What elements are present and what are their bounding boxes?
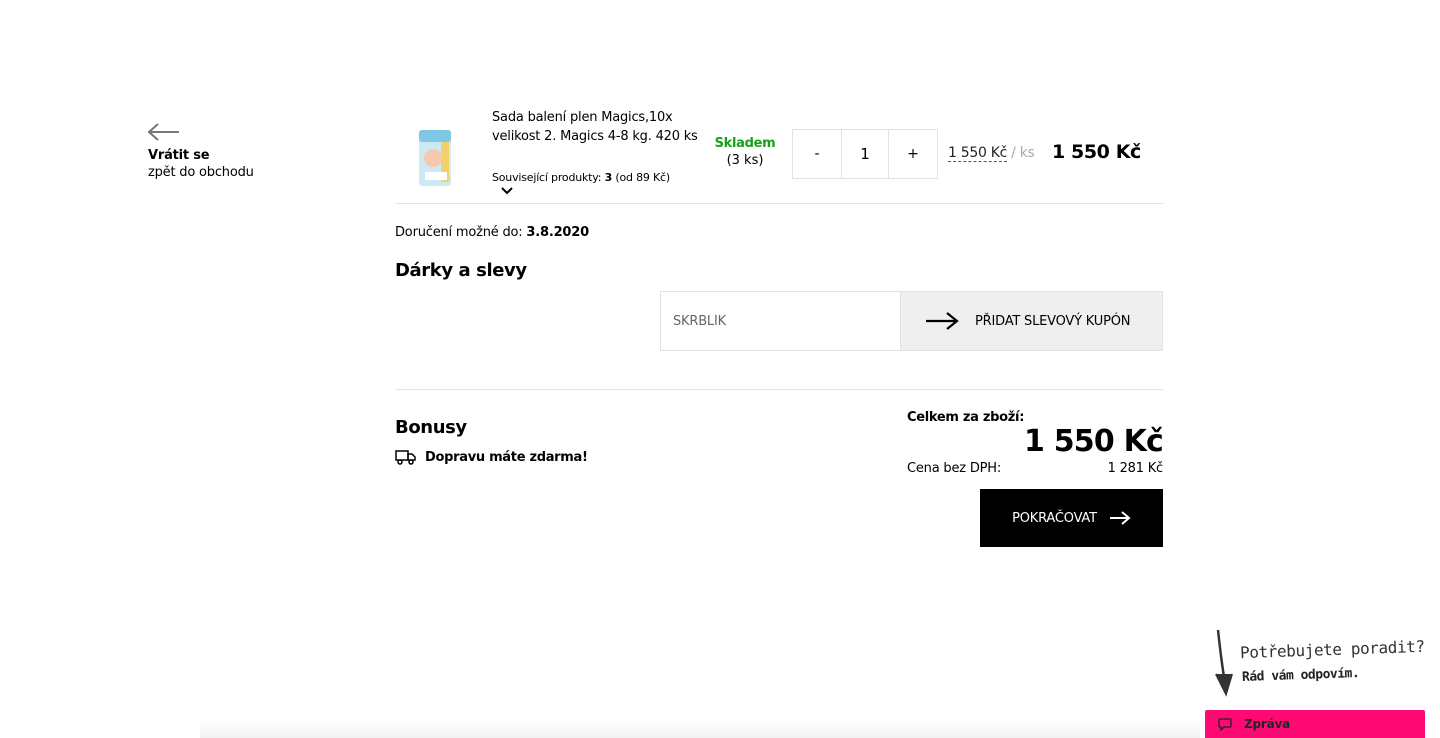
section-divider (395, 389, 1163, 390)
chevron-down-icon[interactable] (500, 186, 514, 196)
goods-total-label: Celkem za zboží: (907, 410, 1025, 425)
chat-bubble-icon (1218, 717, 1232, 731)
unit-price-suffix: / ks (1011, 145, 1035, 161)
chat-hint: Potřebujete poradit? Rád vám odpovím. (1204, 628, 1434, 704)
quantity-stepper: - 1 + (792, 129, 938, 179)
chat-hint-line1: Potřebujete poradit? (1239, 636, 1425, 663)
line-total-price: 1 550 Kč (1052, 141, 1141, 163)
quantity-value[interactable]: 1 (841, 130, 889, 178)
quantity-decrease-button[interactable]: - (793, 130, 841, 178)
chat-hint-line2: Rád vám odpovím. (1241, 665, 1360, 686)
truck-icon (395, 450, 416, 465)
free-shipping-text: Dopravu máte zdarma! (425, 449, 588, 465)
coupon-code-input[interactable] (660, 291, 900, 351)
price-without-vat-label: Cena bez DPH: (907, 461, 1002, 476)
delivery-date: 3.8.2020 (526, 225, 589, 240)
bonuses-heading: Bonusy (395, 417, 467, 438)
related-products-label: Související produkty: (492, 171, 602, 184)
stock-status: Skladem (3 ks) (709, 136, 781, 168)
arrow-left-icon (148, 123, 179, 141)
stock-status-label: Skladem (714, 136, 776, 151)
stock-quantity: (3 ks) (726, 153, 764, 168)
continue-button[interactable]: POKRAČOVAT (980, 489, 1163, 547)
arrow-right-icon (926, 312, 959, 330)
product-thumbnail[interactable] (415, 128, 455, 188)
unit-price: 1 550 Kč / ks (948, 145, 1035, 162)
delivery-label: Doručení možné do: (395, 225, 523, 240)
price-without-vat-value: 1 281 Kč (1107, 461, 1164, 476)
back-to-shop-link[interactable]: Vrátit se zpět do obchodu (148, 122, 254, 180)
cart-item-row: Sada balení plen Magics,10x velikost 2. … (395, 104, 1163, 204)
back-link-subtitle: zpět do obchodu (148, 165, 254, 180)
unit-price-value: 1 550 Kč (948, 145, 1008, 162)
back-link-title: Vrátit se (148, 148, 210, 163)
chat-bar-label: Zpráva (1244, 717, 1291, 731)
hand-drawn-arrow-icon (1215, 629, 1233, 697)
related-products-from: (od 89 Kč) (615, 171, 670, 184)
related-products-count: 3 (604, 171, 613, 184)
gifts-discounts-heading: Dárky a slevy (395, 260, 527, 281)
delivery-info: Doručení možné do: 3.8.2020 (395, 225, 589, 240)
add-coupon-button[interactable]: PŘIDAT SLEVOVÝ KUPÓN (900, 291, 1163, 351)
product-name[interactable]: Sada balení plen Magics,10x velikost 2. … (492, 108, 702, 146)
free-shipping-notice: Dopravu máte zdarma! (395, 449, 588, 465)
chat-open-button[interactable]: Zpráva (1205, 710, 1425, 738)
related-products-toggle[interactable]: Související produkty: 3 (od 89 Kč) (492, 171, 670, 184)
add-coupon-label: PŘIDAT SLEVOVÝ KUPÓN (975, 313, 1131, 329)
bottom-shadow (200, 718, 1200, 738)
quantity-increase-button[interactable]: + (889, 130, 937, 178)
continue-label: POKRAČOVAT (1012, 510, 1097, 526)
goods-total-value: 1 550 Kč (1023, 424, 1164, 459)
arrow-right-icon (1109, 511, 1131, 525)
